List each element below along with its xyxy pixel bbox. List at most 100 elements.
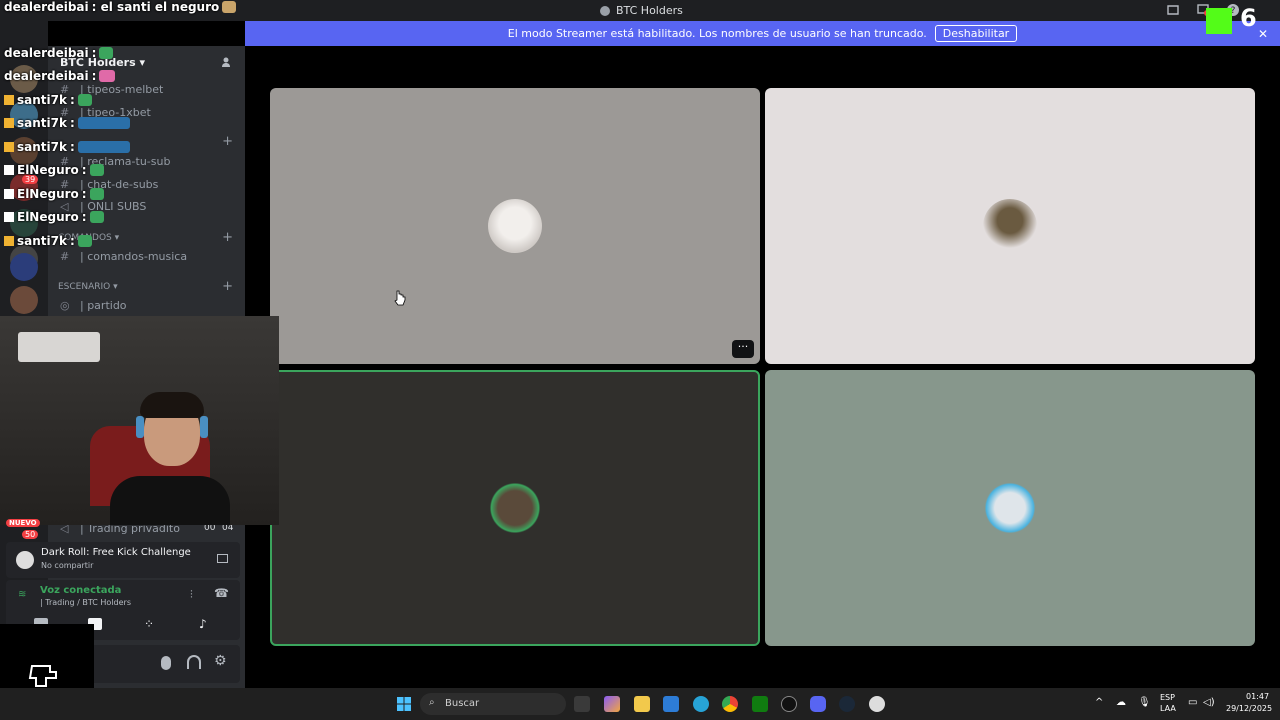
- voice-channel[interactable]: | Trading / BTC Holders: [40, 598, 131, 607]
- emote-icon: [222, 1, 237, 13]
- window-title-text: BTC Holders: [616, 4, 683, 17]
- streamer-mode-banner: El modo Streamer está habilitado. Los no…: [245, 21, 1280, 46]
- participant-avatar: [488, 481, 542, 535]
- inbox-icon[interactable]: [1166, 3, 1180, 17]
- participant-tile[interactable]: ···: [270, 88, 760, 364]
- banner-text: El modo Streamer está habilitado. Los no…: [507, 27, 927, 40]
- participant-avatar: [488, 199, 542, 253]
- activity-subtitle: No compartir: [41, 561, 94, 570]
- chrome-icon[interactable]: [722, 696, 738, 712]
- settings-gear-icon[interactable]: ⚙: [214, 653, 227, 669]
- volume-icon[interactable]: ◁): [1203, 697, 1215, 708]
- headset-icon[interactable]: [187, 655, 201, 669]
- channel-item[interactable]: ◎ | partido: [60, 296, 127, 314]
- streamer-webcam: [0, 316, 279, 525]
- network-icon[interactable]: ▭: [1188, 697, 1197, 708]
- file-explorer-icon[interactable]: [634, 696, 650, 712]
- steam-icon[interactable]: [839, 696, 855, 712]
- soundboard-icon[interactable]: ♪: [199, 617, 207, 631]
- edge-icon[interactable]: [693, 696, 709, 712]
- crown-badge-icon: [4, 236, 14, 246]
- category-header[interactable]: ESCENARIO ▾: [58, 282, 118, 292]
- emote-icon: [77, 94, 92, 106]
- chat-message: santi7k:: [4, 140, 130, 154]
- emote-icon: [77, 235, 92, 247]
- participant-avatar: [983, 481, 1037, 535]
- chat-username: santi7k: [17, 116, 67, 130]
- voice-stage: ···: [245, 46, 1280, 688]
- language-indicator[interactable]: ESP: [1160, 693, 1175, 702]
- store-icon[interactable]: [663, 696, 679, 712]
- noise-suppression-icon[interactable]: ⫶: [190, 588, 193, 602]
- screen-icon[interactable]: [217, 554, 228, 563]
- air-conditioner: [18, 332, 100, 362]
- chat-text: :: [69, 140, 75, 154]
- chat-text: :: [91, 69, 97, 83]
- chat-message: ElNeguro:: [4, 210, 104, 224]
- more-options-icon[interactable]: ···: [732, 340, 754, 358]
- headphones: [136, 416, 144, 438]
- emote-icon: [99, 47, 114, 59]
- participant-tile[interactable]: [765, 370, 1255, 646]
- server-icon: [600, 5, 610, 16]
- chat-message: santi7k:: [4, 234, 92, 248]
- disconnect-icon[interactable]: ☎: [214, 586, 229, 600]
- chat-text: :: [69, 116, 75, 130]
- windows-start-icon[interactable]: [396, 696, 412, 712]
- chat-message: santi7k:: [4, 93, 92, 107]
- emote-icon: [89, 211, 104, 223]
- task-view-icon[interactable]: [574, 696, 590, 712]
- microphone-icon[interactable]: 🎙: [1138, 697, 1151, 708]
- chat-text: :: [81, 187, 87, 201]
- keyboard-layout[interactable]: LAA: [1160, 704, 1176, 713]
- activity-title: Dark Roll: Free Kick Challenge: [41, 547, 191, 558]
- activities-icon[interactable]: ⁘: [144, 617, 154, 631]
- close-icon[interactable]: ✕: [1258, 27, 1268, 41]
- cursor-icon: [394, 290, 406, 306]
- cloud-icon[interactable]: ☁: [1116, 697, 1126, 708]
- server-avatar[interactable]: [10, 286, 38, 314]
- participant-tile-speaking[interactable]: [270, 370, 760, 646]
- kick-logo: [1206, 8, 1232, 34]
- chevron-up-icon[interactable]: ^: [1095, 697, 1103, 708]
- emote-icon: [89, 164, 104, 176]
- chat-message: dealerdeibai:: [4, 69, 116, 83]
- headphones: [200, 416, 208, 438]
- category-label: ESCENARIO: [58, 282, 111, 292]
- copilot-icon[interactable]: [604, 696, 620, 712]
- chat-text: :: [81, 163, 87, 177]
- windows-taskbar: ⌕ Buscar ^ ☁ 🎙 ESP LAA ▭ ◁) 01:47 29/12/…: [0, 688, 1280, 720]
- sub-badge-icon: [4, 212, 14, 222]
- clock-date[interactable]: 29/12/2025: [1226, 704, 1272, 713]
- chat-username: ElNeguro: [17, 187, 79, 201]
- activity-panel[interactable]: Dark Roll: Free Kick Challenge No compar…: [6, 542, 240, 578]
- chat-message: ElNeguro:: [4, 163, 104, 177]
- xbox-icon[interactable]: [752, 696, 768, 712]
- nuevo-badge: NUEVO: [6, 519, 40, 527]
- emote-icon: [99, 70, 116, 82]
- crown-badge-icon: [4, 142, 14, 152]
- chat-text: :: [81, 210, 87, 224]
- kick-count: 6: [1240, 4, 1257, 32]
- search-placeholder: Buscar: [445, 698, 480, 709]
- participant-tile[interactable]: [765, 88, 1255, 364]
- chat-message: ElNeguro:: [4, 187, 104, 201]
- shirt: [110, 476, 230, 525]
- crown-badge-icon: [4, 95, 14, 105]
- signal-icon: ≋: [18, 589, 27, 600]
- app-root: BTC Holders ? 69 BTC Holders ▾ #| tipeos…: [0, 0, 1280, 720]
- add-channel-icon[interactable]: +: [222, 279, 233, 294]
- microphone-icon[interactable]: [161, 656, 171, 670]
- disable-streamer-button[interactable]: Deshabilitar: [934, 25, 1018, 42]
- search-icon: ⌕: [429, 697, 435, 708]
- emote-icon: [89, 188, 104, 200]
- sub-badge-icon: [4, 165, 14, 175]
- taskbar-search[interactable]: ⌕ Buscar: [420, 693, 566, 715]
- app-icon[interactable]: [781, 696, 797, 712]
- app-icon[interactable]: [869, 696, 885, 712]
- clock-time[interactable]: 01:47: [1246, 692, 1269, 701]
- discord-icon[interactable]: [810, 696, 826, 712]
- chat-username: santi7k: [17, 140, 67, 154]
- emote-icon: [77, 141, 130, 153]
- channel-label: | partido: [80, 298, 127, 312]
